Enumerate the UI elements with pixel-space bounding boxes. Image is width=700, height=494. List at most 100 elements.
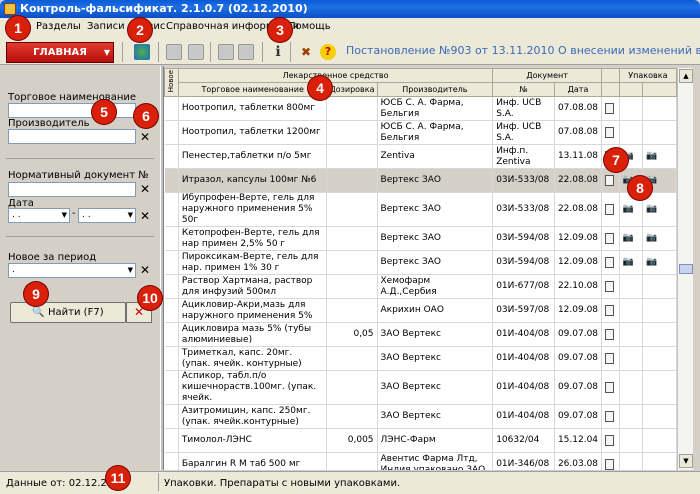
cell-doc-date: 12.09.08 <box>554 250 603 275</box>
scroll-thumb[interactable] <box>679 264 693 274</box>
menu-zapisi[interactable]: Записи <box>87 18 125 36</box>
camera-icon[interactable]: 📷 <box>623 204 634 215</box>
menu-razdely[interactable]: Разделы <box>36 18 81 36</box>
col-trade-name[interactable]: Торговое наименование <box>177 82 328 97</box>
date-to-input[interactable]: . . ▼ <box>78 208 136 223</box>
cell-dose <box>326 250 378 275</box>
cell-doc-date: 15.12.04 <box>554 428 603 453</box>
table-row[interactable]: Баралгин R M таб 500 мг Авентис Фарма Лтд… <box>164 452 677 470</box>
cell-new <box>164 404 179 429</box>
globe-icon[interactable] <box>134 44 150 60</box>
clear-manufacturer-icon[interactable]: ✕ <box>140 131 150 143</box>
document-icon[interactable] <box>605 458 615 470</box>
col-new-header[interactable]: Новое <box>164 68 179 97</box>
table-row[interactable]: Азитромицин, капс. 250мг.(упак. ячейк.ко… <box>164 404 677 429</box>
document-icon[interactable] <box>605 232 615 244</box>
table-row[interactable]: Кетопрофен-Верте, гель для нар примен 2,… <box>164 226 677 251</box>
table-row[interactable]: Триметкал, капс. 20мг. (упак. ячейк. кон… <box>164 346 677 371</box>
table-row[interactable]: Пироксикам-Верте, гель для нар. примен 1… <box>164 250 677 275</box>
chevron-down-icon[interactable]: ▼ <box>62 209 67 222</box>
chevron-down-icon[interactable]: ▼ <box>128 264 133 277</box>
find-button[interactable]: 🔍 Найти (F7) <box>10 302 126 323</box>
notice-banner[interactable]: Постановление №903 от 13.11.2010 О внесе… <box>346 43 700 59</box>
document-icon[interactable] <box>605 174 615 186</box>
search-icon: 🔍 <box>32 307 45 318</box>
callout-badge-9: 9 <box>24 282 48 306</box>
callout-badge-4: 4 <box>308 76 332 100</box>
col-pack-2 <box>642 82 677 97</box>
trade-name-input[interactable] <box>8 103 136 118</box>
cell-dose <box>326 226 378 251</box>
document-icon[interactable] <box>605 126 615 138</box>
document-icon[interactable] <box>605 256 615 268</box>
vertical-scrollbar[interactable]: ▲ ▼ <box>677 68 693 470</box>
table-row[interactable]: Пенестер,таблетки п/о 5мг Zentiva Инф.п. Z… <box>164 144 677 169</box>
table-row[interactable]: Итразол, капсулы 100мг №6 Вертекс ЗАО 03И-… <box>164 168 677 193</box>
new-period-select[interactable]: . ▼ <box>8 263 136 278</box>
copy-icon[interactable] <box>218 44 234 60</box>
cell-trade-name: Пенестер,таблетки п/о 5мг <box>178 144 328 169</box>
normdoc-input[interactable] <box>8 182 136 197</box>
cell-doc-num: Инф. UCB S.A. <box>492 96 555 121</box>
col-maker[interactable]: Производитель <box>376 82 494 97</box>
camera-icon[interactable]: 📷 <box>646 151 657 162</box>
tools-icon[interactable]: ✖ <box>298 44 314 60</box>
document-icon[interactable] <box>605 352 615 364</box>
cell-trade-name: Ацикловир-Акри,мазь для наружного примен… <box>178 298 328 323</box>
document-icon[interactable] <box>605 280 615 292</box>
paste-icon[interactable] <box>238 44 254 60</box>
cell-doc-date: 09.07.08 <box>554 404 603 429</box>
document-icon[interactable] <box>605 203 615 215</box>
camera-icon[interactable]: 📷 <box>646 233 657 244</box>
table-row[interactable]: Ацикловир-Акри,мазь для наружного примен… <box>164 298 677 323</box>
cell-doc-date: 22.08.08 <box>554 192 603 227</box>
camera-icon[interactable]: 📷 <box>623 257 634 268</box>
cell-doc-icon <box>601 120 620 145</box>
document-icon[interactable] <box>605 304 615 316</box>
cell-doc-icon <box>601 428 620 453</box>
document-icon[interactable] <box>605 434 615 446</box>
help-icon[interactable]: ? <box>320 44 336 60</box>
document-icon[interactable] <box>605 102 615 114</box>
clear-new-period-icon[interactable]: ✕ <box>140 264 150 276</box>
chevron-down-icon[interactable]: ▼ <box>128 209 133 222</box>
main-section-button[interactable]: ГЛАВНАЯ ▼ <box>6 42 114 63</box>
camera-icon[interactable]: 📷 <box>623 233 634 244</box>
table-row[interactable]: Раствор Хартмана, раствор для инфузий 50… <box>164 274 677 299</box>
clear-normdoc-icon[interactable]: ✕ <box>140 183 150 195</box>
col-doc-date[interactable]: Дата <box>553 82 603 97</box>
cell-package <box>619 120 644 145</box>
manufacturer-input[interactable] <box>8 129 136 144</box>
camera-icon[interactable]: 📷 <box>646 257 657 268</box>
cell-doc-icon <box>601 226 620 251</box>
scroll-down-icon[interactable]: ▼ <box>679 454 693 468</box>
info-icon[interactable]: ℹ <box>270 44 286 60</box>
date-from-input[interactable]: . . ▼ <box>8 208 70 223</box>
clear-date-icon[interactable]: ✕ <box>140 210 150 222</box>
cell-trade-name: Баралгин R M таб 500 мг <box>178 452 328 470</box>
table-row[interactable]: Ацикловира мазь 5% (тубы алюминиевые) 0,0… <box>164 322 677 347</box>
table-row[interactable]: Аспикор, табл.п/о кишечнораств.100мг. (у… <box>164 370 677 405</box>
col-dose[interactable]: Дозировка <box>326 82 378 97</box>
cell-doc-icon <box>601 370 620 405</box>
cell-maker: ЗАО Вертекс <box>377 322 494 347</box>
camera-icon[interactable]: 📷 <box>646 204 657 215</box>
print-icon[interactable] <box>188 44 204 60</box>
document-icon[interactable] <box>605 410 615 422</box>
document-icon[interactable] <box>605 381 615 393</box>
menu-help[interactable]: Помощь <box>288 18 331 36</box>
document-icon[interactable] <box>605 328 615 340</box>
cell-package: 📷 <box>642 226 677 251</box>
cell-maker: Авентис Фарма Лтд, Индия упаковано ЗАО <box>377 452 494 470</box>
table-row[interactable]: Ноотропил, таблетки 1200мг ЮСБ С. А. Фарм… <box>164 120 677 145</box>
cell-trade-name: Азитромицин, капс. 250мг.(упак. ячейк.ко… <box>178 404 328 429</box>
table-row[interactable]: Тимолол-ЛЭНС 0,005 ЛЭНС-Фарм 10632/04 15.12.… <box>164 428 677 453</box>
manufacturer-label: Производитель <box>8 118 90 129</box>
preview-icon[interactable] <box>166 44 182 60</box>
scroll-up-icon[interactable]: ▲ <box>679 69 693 83</box>
col-doc-num[interactable]: № <box>492 82 555 97</box>
chevron-down-icon[interactable]: ▼ <box>104 43 110 62</box>
table-row[interactable]: Ибупрофен-Верте, гель для наружного прим… <box>164 192 677 227</box>
cell-trade-name: Триметкал, капс. 20мг. (упак. ячейк. кон… <box>178 346 328 371</box>
table-row[interactable]: Ноотропил, таблетки 800мг ЮСБ С. А. Фарма… <box>164 96 677 121</box>
